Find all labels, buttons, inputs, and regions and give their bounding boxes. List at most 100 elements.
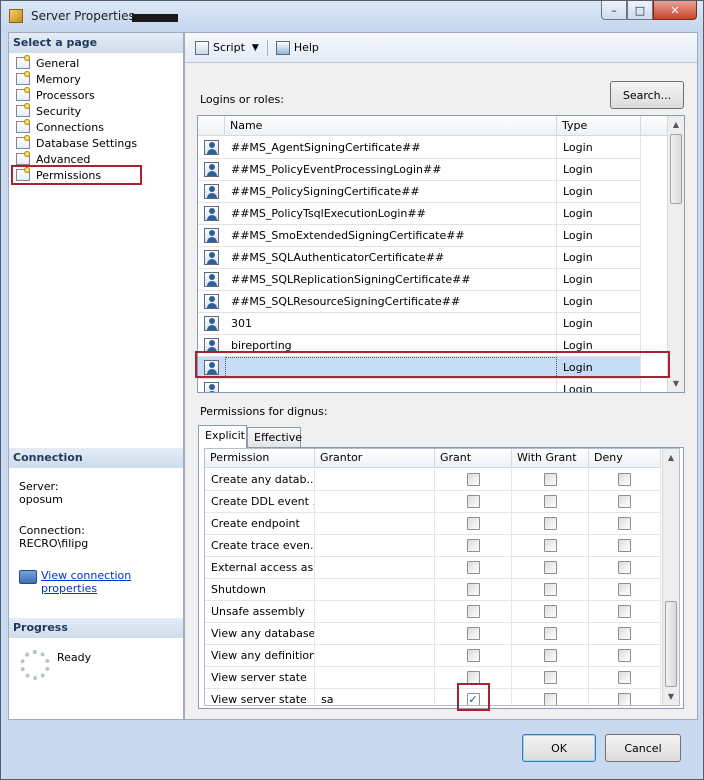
grantor-cell [315,645,435,666]
with-grant-checkbox[interactable] [543,561,557,574]
ok-button[interactable]: OK [522,734,596,762]
script-dropdown-chevron-icon[interactable]: ▼ [252,43,259,53]
login-row[interactable]: ##MS_SQLResourceSigningCertificate## Logi… [198,291,641,313]
deny-checkbox[interactable] [618,561,631,574]
login-row[interactable]: ##MS_SQLReplicationSigningCertificate## L… [198,269,641,291]
perm-scroll-thumb[interactable] [665,601,677,687]
grant-checkbox[interactable] [466,649,480,662]
type-column-header[interactable]: Type [557,116,641,135]
login-row[interactable]: 301 Login [198,313,641,335]
sidebar-item-permissions[interactable]: Permissions [10,165,143,185]
with-grant-checkbox[interactable] [543,495,557,508]
deny-checkbox[interactable] [618,517,631,530]
filler-column-header [641,116,669,135]
deny-checkbox[interactable] [618,627,631,640]
permission-name-cell: Create endpoint [205,513,315,534]
deny-checkbox[interactable] [618,693,631,705]
with-grant-checkbox[interactable] [543,627,557,640]
help-button[interactable]: Help [275,40,319,55]
logins-scrollbar[interactable]: ▲ ▼ [667,116,684,392]
deny-checkbox[interactable] [618,583,631,596]
grant-checkbox[interactable] [466,561,480,574]
grant-checkbox[interactable] [466,671,480,684]
grant-checkbox[interactable] [466,473,480,486]
sidebar-item-label: Security [36,104,82,118]
grant-cell [435,645,512,666]
sidebar-item-label: Advanced [36,152,91,166]
sidebar-item-advanced[interactable]: Advanced [13,150,140,167]
search-button[interactable]: Search... [610,81,684,109]
permissions-scrollbar[interactable]: ▲ ▼ [662,449,679,705]
login-row[interactable]: Login [198,379,641,392]
sidebar-item-security[interactable]: Security [13,102,140,119]
deny-column-header[interactable]: Deny [589,449,661,467]
login-row[interactable]: ##MS_PolicyEventProcessingLogin## Login [198,159,641,181]
title-bar[interactable]: Server Properties - – □ ✕ [1,1,703,31]
with-grant-checkbox[interactable] [543,517,557,530]
script-button[interactable]: Script ▼ [195,40,259,55]
grantor-cell [315,667,435,688]
app-icon [9,9,23,23]
scroll-thumb[interactable] [670,134,682,204]
view-connection-properties-link-line2[interactable]: properties [41,582,97,595]
grantor-column-header[interactable]: Grantor [315,449,435,467]
grant-checkbox[interactable] [466,605,480,618]
with-grant-checkbox[interactable] [543,605,557,618]
login-row[interactable]: Login [198,357,641,379]
login-row[interactable]: ##MS_PolicySigningCertificate## Login [198,181,641,203]
sidebar-item-label: Permissions [36,168,102,182]
deny-cell [589,667,661,688]
close-button[interactable]: ✕ [653,1,697,20]
grant-checkbox[interactable]: ✓ [466,693,480,705]
login-type-cell: Login [557,159,641,180]
sidebar-item-general[interactable]: General [13,54,140,71]
grant-column-header[interactable]: Grant [435,449,512,467]
minimize-button[interactable]: – [601,1,627,20]
with-grant-checkbox[interactable] [543,583,557,596]
deny-checkbox[interactable] [618,605,631,618]
login-row[interactable]: ##MS_PolicyTsqlExecutionLogin## Login [198,203,641,225]
maximize-button[interactable]: □ [627,1,653,20]
sidebar-item-database-settings[interactable]: Database Settings [13,134,140,151]
wrench-page-icon [16,118,31,133]
connection-properties-icon [19,570,37,584]
scroll-down-arrow-icon[interactable]: ▼ [668,375,684,391]
sidebar-item-memory[interactable]: Memory [13,70,140,87]
deny-cell [589,689,661,705]
scroll-up-arrow-icon[interactable]: ▲ [668,116,684,132]
name-column-header[interactable]: Name [225,116,557,135]
with-grant-checkbox[interactable] [543,473,557,486]
with-grant-checkbox[interactable] [543,671,557,684]
with-grant-cell [512,579,589,600]
login-row[interactable]: ##MS_SmoExtendedSigningCertificate## Logi… [198,225,641,247]
grant-checkbox[interactable] [466,539,480,552]
tab-explicit[interactable]: Explicit [198,425,247,448]
sidebar-item-processors[interactable]: Processors [13,86,140,103]
deny-checkbox[interactable] [618,671,631,684]
with-grant-checkbox[interactable] [543,539,557,552]
grant-checkbox[interactable] [466,627,480,640]
deny-checkbox[interactable] [618,539,631,552]
perm-scroll-up-arrow-icon[interactable]: ▲ [663,449,679,465]
grant-checkbox[interactable] [466,583,480,596]
sidebar-item-label: General [36,56,80,70]
progress-header: Progress [9,618,183,638]
perm-scroll-down-arrow-icon[interactable]: ▼ [663,688,679,704]
grant-checkbox[interactable] [466,517,480,530]
grant-cell [435,579,512,600]
login-row[interactable]: bireporting Login [198,335,641,357]
tab-effective[interactable]: Effective [247,427,302,448]
deny-checkbox[interactable] [618,473,631,486]
with-grant-checkbox[interactable] [543,649,557,662]
grant-checkbox[interactable] [466,495,480,508]
sidebar-item-connections[interactable]: Connections [13,118,140,135]
deny-checkbox[interactable] [618,649,631,662]
with-grant-column-header[interactable]: With Grant [512,449,589,467]
view-connection-properties-link[interactable]: View connection [41,569,131,582]
deny-checkbox[interactable] [618,495,631,508]
login-row[interactable]: ##MS_SQLAuthenticatorCertificate## Login [198,247,641,269]
with-grant-checkbox[interactable] [543,693,557,705]
login-row[interactable]: ##MS_AgentSigningCertificate## Login [198,137,641,159]
cancel-button[interactable]: Cancel [605,734,681,762]
permission-column-header[interactable]: Permission [205,449,315,467]
